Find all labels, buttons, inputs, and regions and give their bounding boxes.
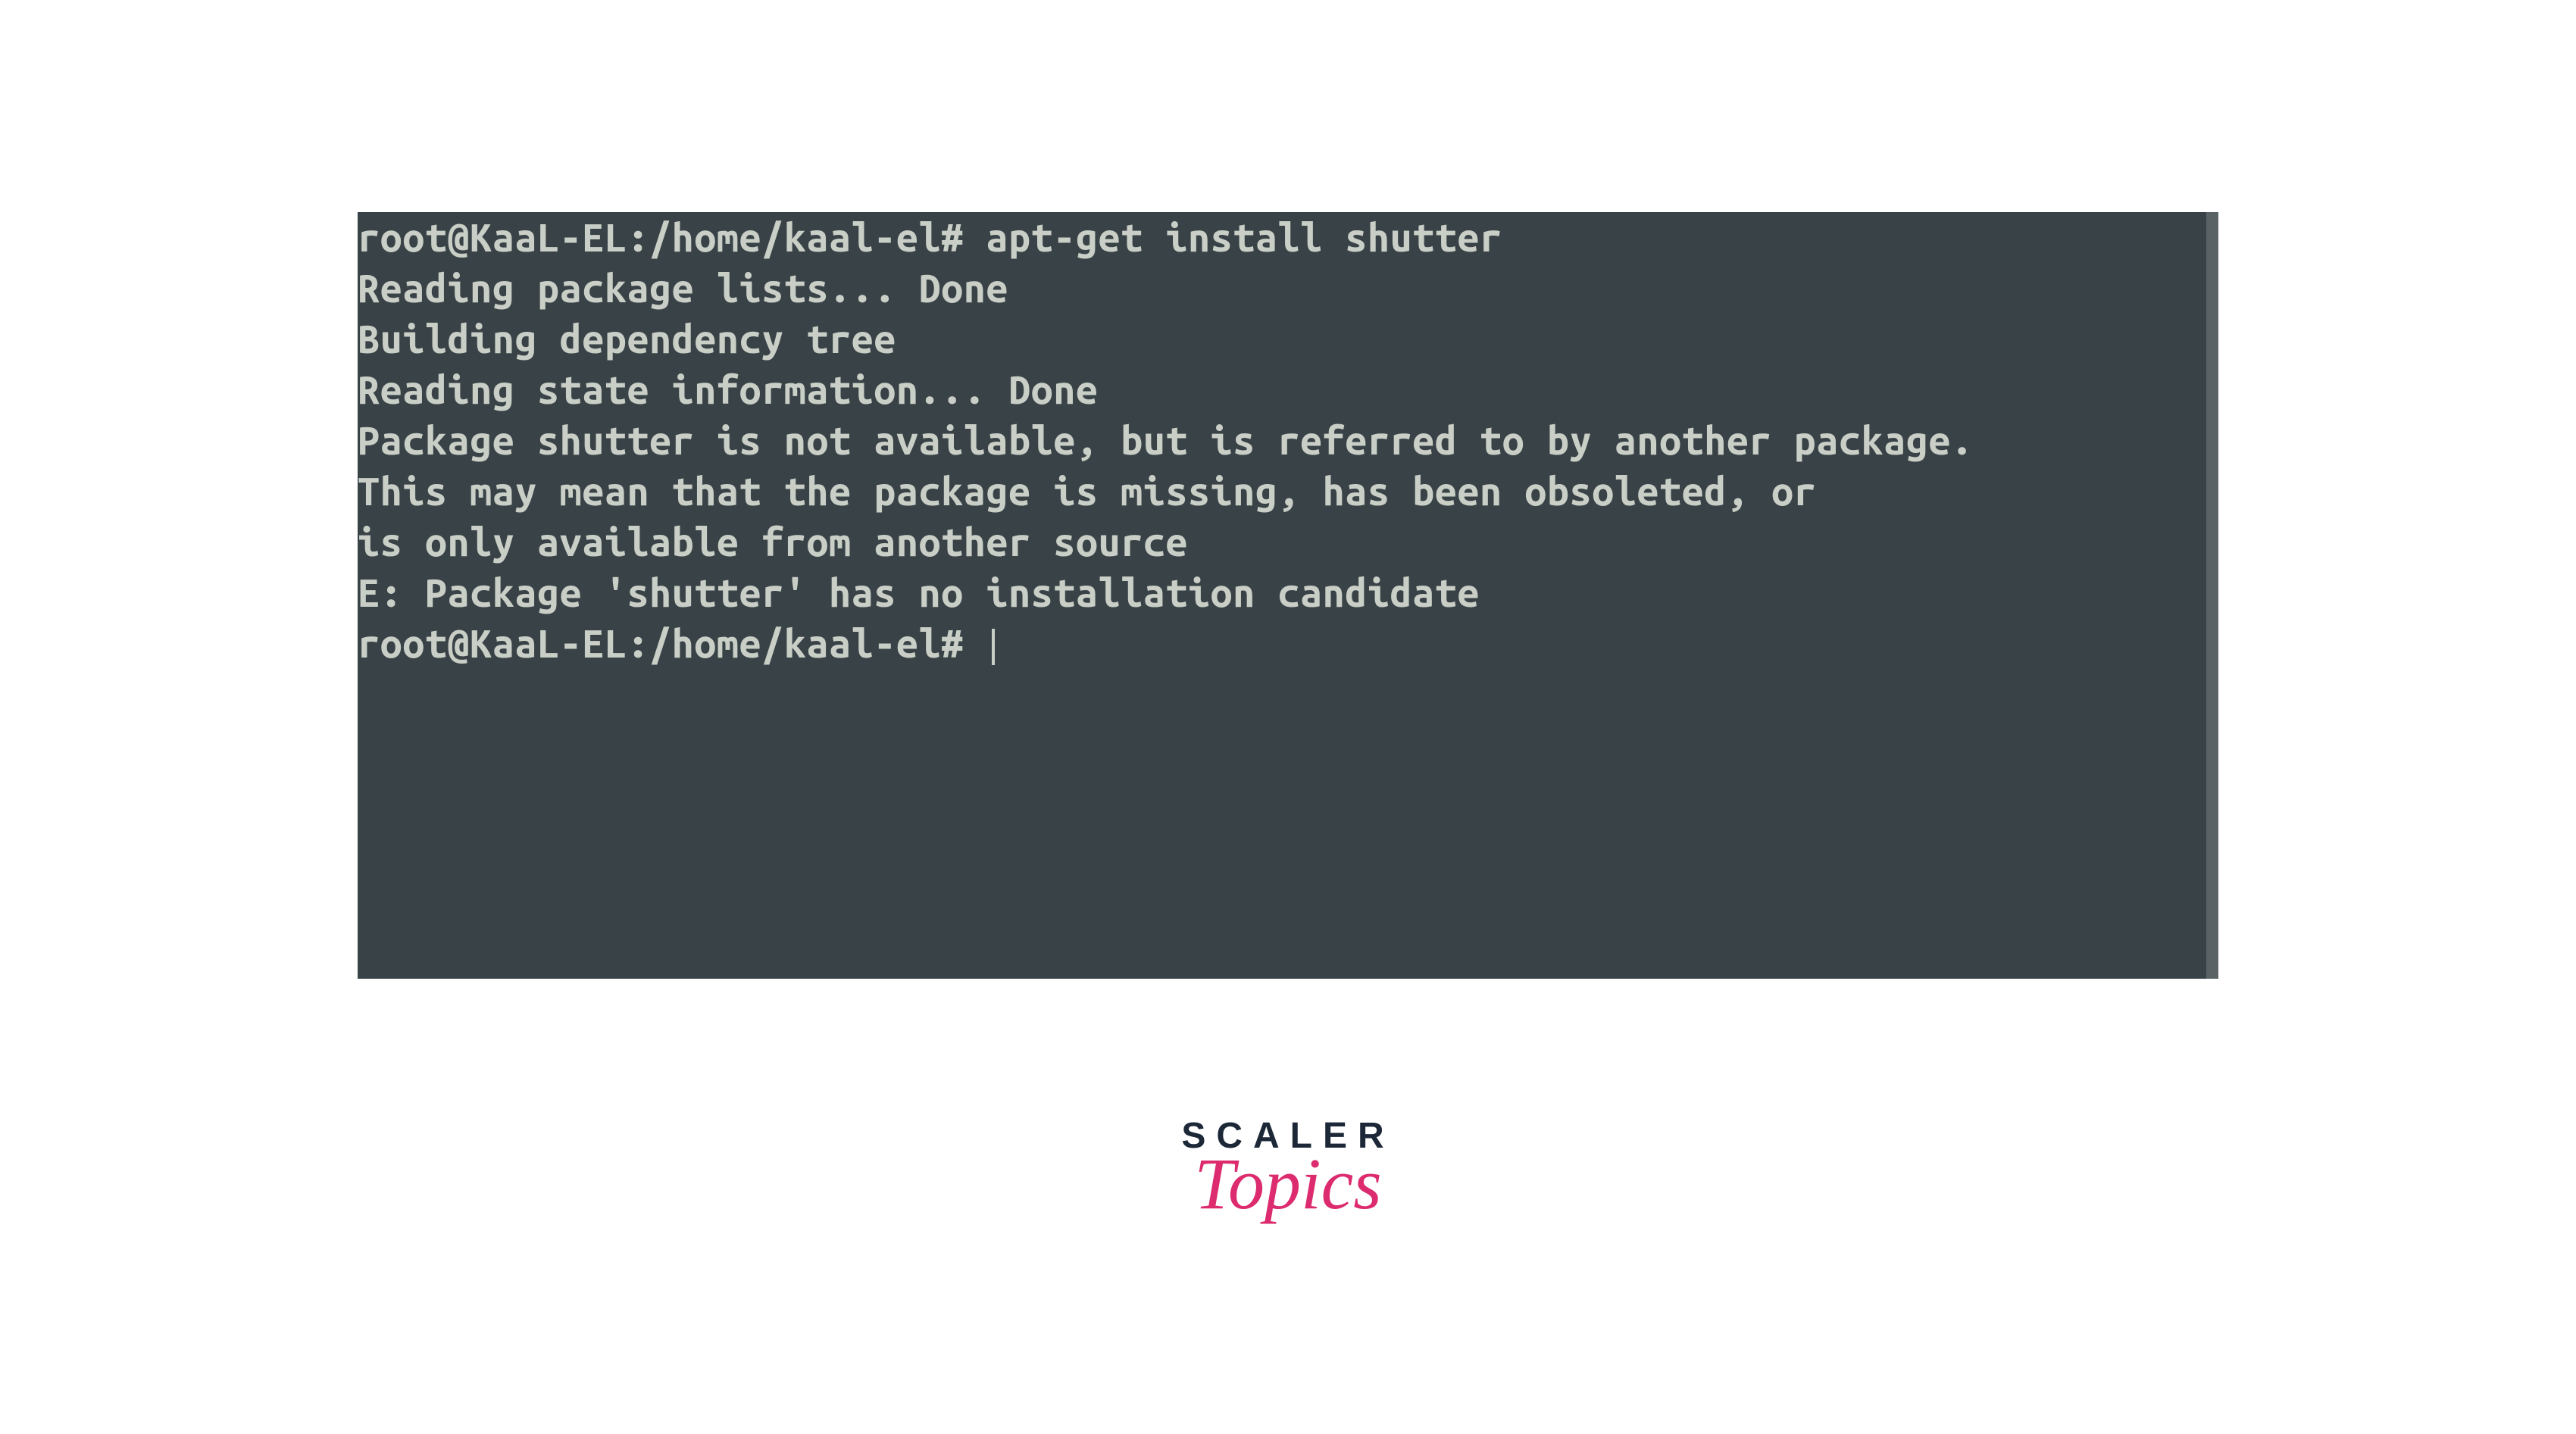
trailing-prompt-text: root@KaaL-EL:/home/kaal-el# [358, 621, 986, 665]
output-line: is only available from another source [358, 517, 2218, 567]
logo: SCALER Topics [1181, 1115, 1394, 1226]
scrollbar[interactable] [2206, 212, 2218, 979]
trailing-prompt-line: root@KaaL-EL:/home/kaal-el# [358, 618, 2218, 669]
output-line: Building dependency tree [358, 314, 2218, 364]
terminal-content[interactable]: root@KaaL-EL:/home/kaal-el# apt-get inst… [358, 212, 2218, 979]
logo-line2: Topics [1194, 1142, 1381, 1226]
output-line: This may mean that the package is missin… [358, 466, 2218, 517]
output-line: Package shutter is not available, but is… [358, 415, 2218, 466]
command-line: root@KaaL-EL:/home/kaal-el# apt-get inst… [358, 212, 2218, 263]
terminal-window[interactable]: root@KaaL-EL:/home/kaal-el# apt-get inst… [358, 212, 2218, 979]
output-line: Reading package lists... Done [358, 263, 2218, 314]
cursor-icon [992, 629, 995, 665]
prompt-text: root@KaaL-EL:/home/kaal-el# [358, 215, 986, 259]
command-text: apt-get install shutter [986, 215, 1502, 259]
output-line: Reading state information... Done [358, 364, 2218, 415]
output-line: E: Package 'shutter' has no installation… [358, 567, 2218, 618]
